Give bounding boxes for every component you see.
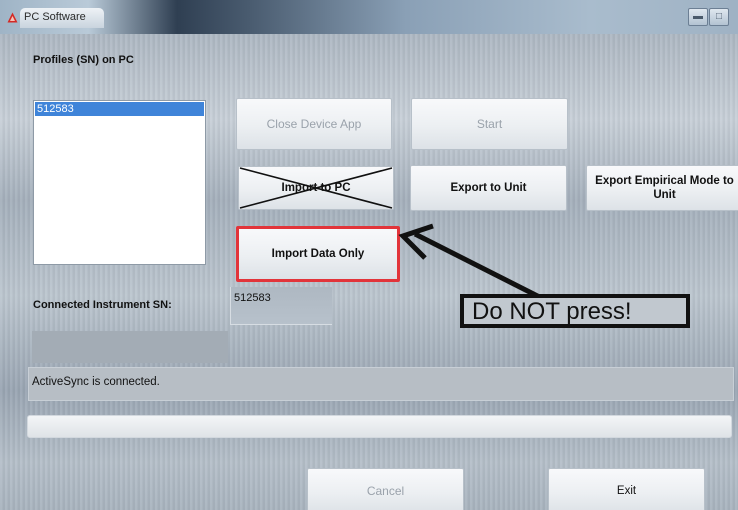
import-to-pc-button[interactable]: Import to PC <box>238 166 394 210</box>
close-device-app-button[interactable]: Close Device App <box>236 98 392 150</box>
warning-text: Do NOT press! <box>472 298 632 325</box>
instrument-sn-value: 512583 <box>234 292 271 304</box>
main-panel: Profiles (SN) on PC 512583 Close Device … <box>0 34 738 510</box>
export-to-unit-button[interactable]: Export to Unit <box>410 165 567 211</box>
profiles-listbox[interactable]: 512583 <box>33 100 206 265</box>
warning-annotation: Do NOT press! <box>460 294 690 328</box>
minimize-button[interactable]: ▬ <box>688 8 708 26</box>
status-panel-tab <box>32 331 228 363</box>
progress-bar <box>27 415 732 438</box>
export-empirical-mode-button[interactable]: Export Empirical Mode to Unit <box>586 165 738 211</box>
maximize-icon: □ <box>715 11 723 22</box>
maximize-button[interactable]: □ <box>709 8 729 26</box>
minimize-icon: ▬ <box>693 11 703 22</box>
start-button[interactable]: Start <box>411 98 568 150</box>
app-logo-icon <box>7 12 18 23</box>
pc-software-window: PC Software ▬ □ Profiles (SN) on PC 5125… <box>0 0 738 510</box>
status-bar: ActiveSync is connected. <box>28 367 734 401</box>
import-data-only-button[interactable]: Import Data Only <box>236 226 400 282</box>
status-text: ActiveSync is connected. <box>32 376 160 388</box>
exit-button[interactable]: Exit <box>548 468 705 510</box>
window-title: PC Software <box>24 11 86 23</box>
connected-instrument-label: Connected Instrument SN: <box>33 299 172 311</box>
profiles-label: Profiles (SN) on PC <box>33 54 134 66</box>
cancel-button[interactable]: Cancel <box>307 468 464 510</box>
title-bar: PC Software ▬ □ <box>0 0 738 34</box>
list-item[interactable]: 512583 <box>35 102 204 116</box>
instrument-sn-field: 512583 <box>230 287 332 325</box>
